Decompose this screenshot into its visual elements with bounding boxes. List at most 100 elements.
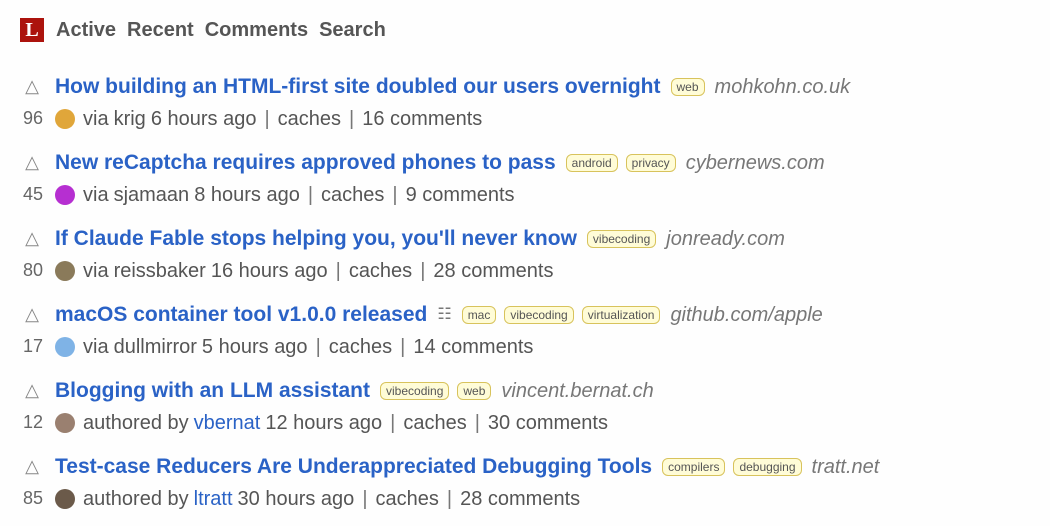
caches-link[interactable]: caches [376, 486, 439, 512]
upvote-icon[interactable]: △ [20, 454, 44, 478]
story-byline: authored by ltratt 30 hours ago | caches | 28 … [55, 486, 580, 512]
story-time: 5 hours ago [201, 336, 308, 358]
story-tag[interactable]: web [670, 78, 705, 96]
story-user-link[interactable]: krig [114, 106, 146, 132]
story-user-link[interactable]: vbernat [194, 410, 261, 436]
story-title-link[interactable]: Blogging with an LLM assistant [55, 378, 370, 404]
story-row: △ 85 Test-case Reducers Are Underappreciat… [20, 450, 1030, 526]
story-row: △ 96 How building an HTML-first site doubl… [20, 70, 1030, 146]
story-domain[interactable]: cybernews.com [686, 150, 825, 176]
story-tag[interactable]: mac [461, 306, 497, 324]
separator: | [349, 108, 355, 130]
separator: | [446, 488, 453, 510]
story-tag[interactable]: compilers [662, 458, 726, 476]
story-tag[interactable]: virtualization [581, 306, 661, 324]
story-time: 16 hours ago [210, 260, 328, 282]
separator: | [315, 336, 321, 358]
comments-link[interactable]: 9 comments [406, 182, 515, 208]
story-score: 96 [22, 108, 44, 128]
story-title-line: Test-case Reducers Are Underappreciated … [55, 454, 879, 480]
user-avatar[interactable] [55, 489, 75, 509]
story-title-link[interactable]: macOS container tool v1.0.0 released [55, 302, 427, 328]
story-title-line: Blogging with an LLM assistant vibecoding… [55, 378, 654, 404]
caches-link[interactable]: caches [349, 258, 412, 284]
story-tag[interactable]: android [565, 154, 618, 172]
story-user-link[interactable]: dullmirror [114, 334, 197, 360]
story-tag[interactable]: debugging [733, 458, 802, 476]
user-avatar[interactable] [55, 109, 75, 129]
story-user-link[interactable]: sjamaan [114, 182, 190, 208]
comments-link[interactable]: 28 comments [433, 258, 553, 284]
nav-search[interactable]: Search [319, 19, 386, 42]
nav-active[interactable]: Active [56, 19, 116, 42]
story-score: 17 [22, 336, 44, 356]
comments-link[interactable]: 16 comments [362, 106, 482, 132]
separator: | [474, 412, 480, 434]
story-domain[interactable]: tratt.net [812, 454, 880, 480]
story-score: 80 [22, 260, 44, 280]
story-row: △ 45 New reCaptcha requires approved phone… [20, 146, 1030, 222]
byline-prefix: via [83, 260, 109, 282]
user-avatar[interactable] [55, 337, 75, 357]
story-time: 12 hours ago [265, 412, 383, 434]
upvote-icon[interactable]: △ [20, 74, 44, 98]
story-title-line: New reCaptcha requires approved phones t… [55, 150, 825, 176]
story-user-link[interactable]: ltratt [194, 486, 233, 512]
story-row: △ 80 If Claude Fable stops helping you, yo… [20, 222, 1030, 298]
site-header: L Active Recent Comments Search [20, 18, 386, 42]
story-time: 8 hours ago [194, 184, 300, 206]
nav-comments[interactable]: Comments [205, 19, 308, 42]
comments-link[interactable]: 14 comments [413, 334, 533, 360]
caches-link[interactable]: caches [278, 106, 341, 132]
story-title-line: If Claude Fable stops helping you, you'l… [55, 226, 785, 252]
story-score: 45 [22, 184, 44, 204]
upvote-icon[interactable]: △ [20, 226, 44, 250]
story-domain[interactable]: vincent.bernat.ch [501, 378, 653, 404]
nav-recent[interactable]: Recent [127, 19, 194, 42]
story-tag[interactable]: vibecoding [380, 382, 450, 400]
user-avatar[interactable] [55, 413, 75, 433]
separator: | [392, 184, 398, 206]
comments-link[interactable]: 28 comments [460, 486, 580, 512]
user-avatar[interactable] [55, 185, 75, 205]
story-tag[interactable]: web [457, 382, 492, 400]
story-title-link[interactable]: If Claude Fable stops helping you, you'l… [55, 226, 577, 252]
story-title-link[interactable]: How building an HTML-first site doubled … [55, 74, 661, 100]
separator: | [362, 488, 368, 510]
story-domain[interactable]: mohkohn.co.uk [715, 74, 851, 100]
caches-link[interactable]: caches [403, 410, 466, 436]
story-byline: via dullmirror 5 hours ago | caches | 14 comme… [55, 334, 533, 360]
separator: | [335, 260, 341, 282]
separator: | [420, 260, 426, 282]
story-score: 12 [22, 412, 44, 432]
comments-link[interactable]: 30 comments [488, 410, 608, 436]
logo[interactable]: L [20, 18, 44, 42]
caches-link[interactable]: caches [329, 334, 392, 360]
separator: | [390, 412, 396, 434]
story-domain[interactable]: github.com/apple [670, 302, 822, 328]
story-title-line: macOS container tool v1.0.0 released ☷ mac… [55, 302, 823, 328]
byline-prefix: via [83, 184, 109, 206]
upvote-icon[interactable]: △ [20, 302, 44, 326]
story-score: 85 [22, 488, 44, 508]
story-tag[interactable]: vibecoding [586, 230, 657, 248]
byline-prefix: authored by [83, 412, 189, 434]
format-icon: ☷ [437, 306, 452, 323]
story-byline: via reissbaker 16 hours ago | caches | 28 comm… [55, 258, 553, 284]
story-tag[interactable]: privacy [625, 154, 676, 172]
story-title-link[interactable]: New reCaptcha requires approved phones t… [55, 150, 556, 176]
story-row: △ 12 Blogging with an LLM assistant vibecod… [20, 374, 1030, 450]
story-title-line: How building an HTML-first site doubled … [55, 74, 850, 100]
story-domain[interactable]: jonready.com [666, 226, 785, 252]
user-avatar[interactable] [55, 261, 75, 281]
story-row: △ 17 macOS container tool v1.0.0 released ☷… [20, 298, 1030, 374]
story-tag[interactable]: vibecoding [504, 306, 574, 324]
story-user-link[interactable]: reissbaker [114, 258, 206, 284]
main-nav: Active Recent Comments Search [56, 19, 386, 42]
upvote-icon[interactable]: △ [20, 150, 44, 174]
upvote-icon[interactable]: △ [20, 378, 44, 402]
story-byline: via sjamaan 8 hours ago | caches | 9 comments [55, 182, 515, 208]
caches-link[interactable]: caches [321, 182, 384, 208]
byline-prefix: via [83, 108, 109, 130]
story-title-link[interactable]: Test-case Reducers Are Underappreciated … [55, 454, 652, 480]
